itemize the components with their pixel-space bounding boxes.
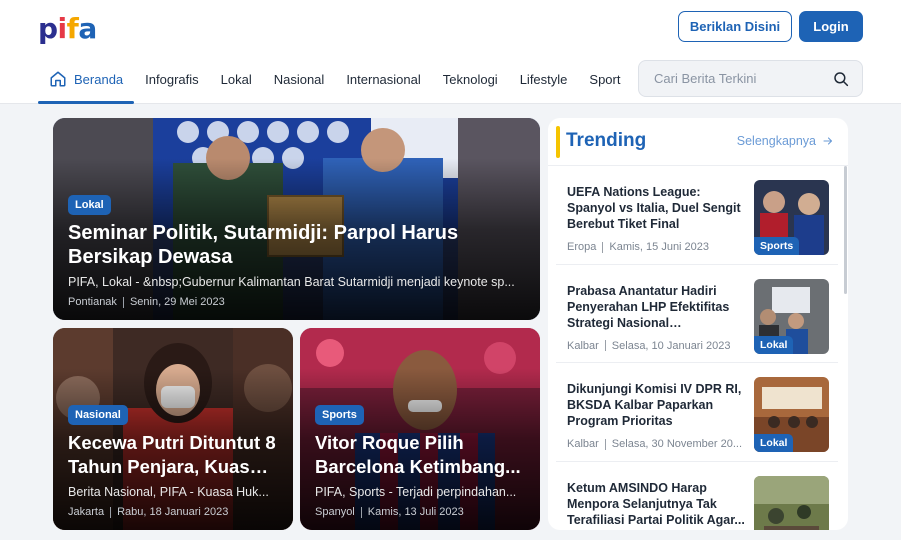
nav-label: Lifestyle — [519, 71, 568, 87]
trending-item-title[interactable]: UEFA Nations League: Spanyol vs Italia, … — [567, 184, 749, 232]
site-header: pifa Beriklan Disini Login Beranda Infog… — [0, 0, 901, 104]
trending-item-meta: Kalbar Selasa, 10 Januari 2023 — [567, 340, 753, 352]
article-title[interactable]: Vitor Roque Pilih Barcelona Ketimbang... — [315, 431, 525, 479]
trending-item-date: Selasa, 10 Januari 2023 — [611, 339, 731, 352]
category-badge: Lokal — [754, 335, 794, 354]
nav-label: Nasional — [273, 71, 325, 87]
trending-panel: Trending Selengkapnya UEFA Nations Leagu… — [548, 118, 848, 530]
category-badge: Lokal — [754, 434, 794, 452]
article-card-nasional[interactable]: Nasional Kecewa Putri Dituntut 8 Tahun P… — [53, 328, 293, 530]
nav-item-infografis[interactable]: Infografis — [134, 60, 209, 104]
trending-item-thumbnail[interactable] — [754, 475, 829, 530]
trending-list: UEFA Nations League: Spanyol vs Italia, … — [556, 166, 838, 530]
trending-item-thumbnail[interactable]: Sports — [754, 180, 829, 255]
trending-title: Trending — [566, 130, 647, 151]
site-logo[interactable]: pifa — [38, 10, 97, 44]
search-input[interactable] — [654, 71, 832, 86]
see-more-link[interactable]: Selengkapnya — [737, 134, 834, 148]
article-excerpt: Berita Nasional, PIFA - Kuasa Huk... — [68, 485, 269, 499]
article-date: Kamis, 13 Juli 2023 — [367, 506, 464, 518]
nav-label: Internasional — [346, 71, 421, 87]
featured-article-content: Lokal Seminar Politik, Sutarmidji: Parpo… — [68, 195, 525, 308]
arrow-right-icon — [823, 137, 833, 145]
search-box — [638, 60, 863, 97]
article-location: Jakarta — [68, 506, 105, 518]
trending-item-date: Selasa, 30 November 20... — [611, 438, 743, 450]
advertise-button[interactable]: Beriklan Disini — [678, 11, 792, 42]
meta-separator — [110, 506, 112, 518]
trending-scrollbar[interactable] — [844, 166, 847, 294]
nav-label: Sport — [589, 71, 621, 87]
trending-header: Trending Selengkapnya — [548, 118, 848, 166]
nav-label: Lokal — [220, 71, 252, 87]
nav-item-lifestyle[interactable]: Lifestyle — [509, 60, 579, 104]
category-badge: Sports — [754, 237, 800, 255]
article-content: Sports Vitor Roque Pilih Barcelona Ketim… — [315, 405, 525, 518]
category-badge[interactable]: Nasional — [68, 405, 128, 425]
trending-item-meta: Kalbar Selasa, 30 November 20... — [567, 438, 753, 450]
trending-item-date: Kamis, 15 Juni 2023 — [609, 241, 710, 253]
home-icon — [50, 71, 66, 87]
trending-item-meta: Eropa Kamis, 15 Juni 2023 — [567, 241, 753, 253]
featured-article-title[interactable]: Seminar Politik, Sutarmidji: Parpol Haru… — [68, 221, 525, 269]
article-date: Senin, 29 Mei 2023 — [129, 296, 225, 308]
search-icon[interactable] — [832, 70, 850, 88]
trending-item-category: Kalbar — [567, 438, 599, 450]
trending-item-title[interactable]: Prabasa Anantatur Hadiri Penyerahan LHP … — [567, 283, 749, 331]
article-location: Spanyol — [315, 506, 355, 518]
article-title[interactable]: Kecewa Putri Dituntut 8 Tahun Penjara, K… — [68, 431, 278, 479]
category-badge[interactable]: Lokal — [68, 195, 111, 215]
nav-label: Infografis — [145, 71, 199, 87]
article-excerpt: PIFA, Sports - Terjadi perpindahan... — [315, 485, 517, 499]
trending-item[interactable]: Prabasa Anantatur Hadiri Penyerahan LHP … — [556, 265, 838, 363]
trending-item-category: Eropa — [567, 241, 597, 253]
nav-item-sport[interactable]: Sport — [578, 60, 631, 104]
trending-accent-bar — [556, 126, 560, 158]
meta-separator — [602, 241, 604, 253]
featured-article-excerpt: PIFA, Lokal - &nbsp;Gubernur Kalimantan … — [68, 275, 515, 289]
featured-article-meta: Pontianak Senin, 29 Mei 2023 — [68, 296, 525, 308]
trending-item-thumbnail[interactable]: Lokal — [754, 278, 829, 354]
trending-item-category: Kalbar — [567, 339, 599, 352]
article-meta: Jakarta Rabu, 18 Januari 2023 — [68, 506, 278, 518]
article-content: Nasional Kecewa Putri Dituntut 8 Tahun P… — [68, 405, 278, 518]
trending-item-thumbnail[interactable]: Lokal — [754, 377, 829, 452]
nav-item-lokal[interactable]: Lokal — [210, 60, 263, 104]
meta-separator — [360, 506, 362, 518]
trending-item[interactable]: Ketum AMSINDO Harap Menpora Selanjutnya … — [556, 462, 838, 530]
nav-item-teknologi[interactable]: Teknologi — [432, 60, 509, 104]
trending-item-title[interactable]: Dikunjungi Komisi IV DPR RI, BKSDA Kalba… — [567, 381, 749, 429]
meta-separator — [604, 438, 606, 450]
article-meta: Spanyol Kamis, 13 Juli 2023 — [315, 506, 525, 518]
nav-item-internasional[interactable]: Internasional — [335, 60, 431, 104]
main-nav: Beranda Infografis Lokal Nasional Intern… — [38, 60, 631, 104]
article-date: Rabu, 18 Januari 2023 — [117, 506, 229, 518]
article-card-sports[interactable]: Sports Vitor Roque Pilih Barcelona Ketim… — [300, 328, 540, 530]
nav-label: Teknologi — [442, 71, 498, 87]
meta-separator — [604, 340, 606, 351]
trending-item-title[interactable]: Ketum AMSINDO Harap Menpora Selanjutnya … — [567, 480, 749, 528]
trending-item[interactable]: Dikunjungi Komisi IV DPR RI, BKSDA Kalba… — [556, 363, 838, 462]
featured-article-card[interactable]: Lokal Seminar Politik, Sutarmidji: Parpo… — [53, 118, 540, 320]
nav-item-beranda[interactable]: Beranda — [38, 60, 135, 104]
see-more-label: Selengkapnya — [736, 134, 816, 148]
trending-item[interactable]: UEFA Nations League: Spanyol vs Italia, … — [556, 166, 838, 265]
meta-separator — [122, 296, 124, 308]
article-location: Pontianak — [68, 296, 117, 308]
category-badge[interactable]: Sports — [315, 405, 364, 425]
login-button[interactable]: Login — [799, 11, 863, 42]
nav-label: Beranda — [74, 71, 124, 87]
nav-item-nasional[interactable]: Nasional — [263, 60, 336, 104]
